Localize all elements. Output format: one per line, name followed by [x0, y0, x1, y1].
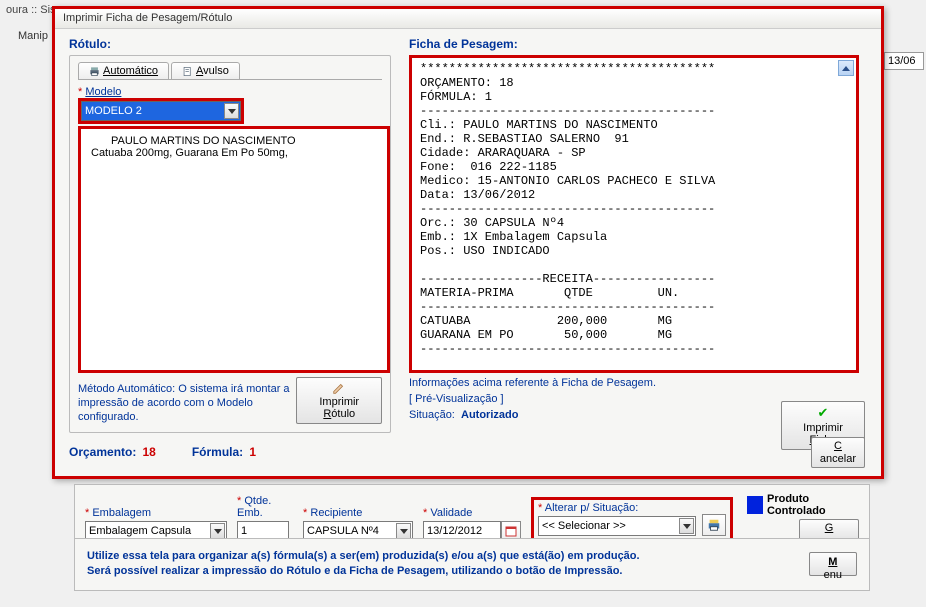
validade-label: * Validade	[423, 507, 521, 519]
ficha-info-line1: Informações acima referente à Ficha de P…	[409, 377, 867, 389]
printer-icon	[89, 66, 100, 77]
tab-automatico-label: Automático	[103, 65, 158, 77]
bg-menu-fragment: Manip	[18, 30, 56, 42]
rotulo-tabs: Automático Avulso	[78, 62, 382, 80]
edit-icon	[332, 381, 346, 395]
printer-icon	[707, 518, 721, 532]
print-dialog: Imprimir Ficha de Pesagem/Rótulo Rótulo:…	[52, 6, 884, 479]
recipiente-label: * Recipiente	[303, 507, 413, 519]
rotulo-preview: PAULO MARTINS DO NASCIMENTO Catuaba 200m…	[78, 126, 390, 373]
modelo-label: * Modelo	[78, 86, 382, 98]
dialog-title: Imprimir Ficha de Pesagem/Rótulo	[55, 9, 881, 29]
tab-avulso[interactable]: Avulso	[171, 62, 240, 79]
tab-automatico[interactable]: Automático	[78, 62, 169, 79]
imprimir-rotulo-button[interactable]: Imprimir Rótulo	[296, 377, 382, 424]
menu-button[interactable]: Menu	[809, 552, 857, 576]
formula-value: 1	[249, 445, 256, 459]
embalagem-label: * Embalagem	[85, 507, 227, 519]
check-icon: ✔	[818, 405, 829, 421]
qtde-label: * Qtde. Emb.	[237, 495, 293, 519]
bg-date-field[interactable]: 13/06	[884, 52, 924, 70]
doc-icon	[182, 66, 193, 77]
modelo-select[interactable]	[81, 101, 241, 121]
rotulo-section-label: Rótulo:	[69, 37, 391, 51]
situacao-value: Autorizado	[461, 409, 518, 421]
formula-label: Fórmula:	[192, 445, 243, 459]
bg-window-title: oura :: Sis	[0, 4, 56, 16]
ficha-content: ****************************************…	[420, 62, 715, 356]
cancelar-button[interactable]: Cancelar	[811, 437, 865, 468]
bottom-info-text: Utilize essa tela para organizar a(s) fó…	[87, 549, 640, 580]
ficha-section-label: Ficha de Pesagem:	[409, 37, 867, 51]
scroll-up-icon[interactable]	[838, 60, 854, 76]
alterar-situacao-label: * Alterar p/ Situação:	[538, 502, 696, 514]
tab-avulso-label: Avulso	[196, 65, 229, 77]
calendar-icon	[505, 525, 517, 537]
produto-controlado-indicator: Produto Controlado	[747, 493, 859, 517]
bottom-info-panel: Utilize essa tela para organizar a(s) fó…	[74, 538, 870, 591]
ficha-text-box[interactable]: ****************************************…	[409, 55, 859, 373]
orcamento-value: 18	[142, 445, 155, 459]
orcamento-label: Orçamento:	[69, 445, 136, 459]
preview-client-name: PAULO MARTINS DO NASCIMENTO	[91, 135, 377, 147]
preview-formula-line: Catuaba 200mg, Guarana Em Po 50mg,	[91, 147, 377, 159]
auto-method-hint: Método Automático: O sistema irá montar …	[78, 383, 296, 424]
imprimir-rotulo-label: Imprimir Rótulo	[306, 396, 372, 420]
situacao-select[interactable]	[538, 516, 696, 536]
print-button[interactable]	[702, 514, 726, 536]
blue-square-icon	[747, 496, 763, 514]
